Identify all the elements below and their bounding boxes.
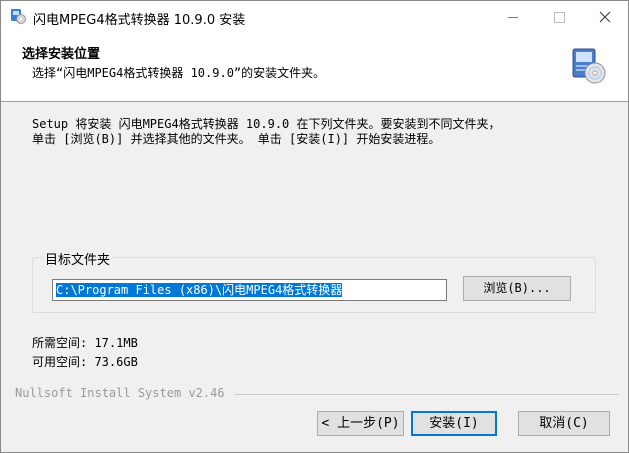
- installer-window: 闪电MPEG4格式转换器 10.9.0 安装 选择安装位置 选择“闪电MPEG4…: [0, 0, 629, 453]
- space-required: 所需空间: 17.1MB: [32, 336, 138, 350]
- destination-folder-label: 目标文件夹: [43, 249, 113, 268]
- close-icon[interactable]: [582, 1, 628, 33]
- browse-button[interactable]: 浏览(B)...: [463, 276, 571, 301]
- install-path-input[interactable]: C:\Program Files (x86)\闪电MPEG4格式转换器: [52, 279, 447, 301]
- description-line-2: 单击 [浏览(B)] 并选择其他的文件夹。 单击 [安装(I)] 开始安装进程。: [32, 132, 441, 146]
- installer-app-icon: [10, 8, 26, 24]
- cancel-button[interactable]: 取消(C): [518, 411, 610, 436]
- description-line-1: Setup 将安装 闪电MPEG4格式转换器 10.9.0 在下列文件夹。要安装…: [32, 117, 501, 131]
- install-button[interactable]: 安装(I): [411, 411, 497, 436]
- page-subtitle: 选择“闪电MPEG4格式转换器 10.9.0”的安装文件夹。: [32, 66, 326, 80]
- title-bar[interactable]: 闪电MPEG4格式转换器 10.9.0 安装: [1, 1, 628, 33]
- install-path-value: C:\Program Files (x86)\闪电MPEG4格式转换器: [56, 283, 343, 297]
- back-button[interactable]: < 上一步(P): [317, 411, 404, 436]
- maximize-icon[interactable]: [536, 1, 582, 33]
- space-available: 可用空间: 73.6GB: [32, 355, 138, 369]
- install-description: Setup 将安装 闪电MPEG4格式转换器 10.9.0 在下列文件夹。要安装…: [32, 117, 501, 147]
- install-cd-computer-icon: [567, 45, 607, 85]
- branding-divider: [235, 394, 619, 395]
- window-title: 闪电MPEG4格式转换器 10.9.0 安装: [33, 13, 246, 28]
- nsis-branding: Nullsoft Install System v2.46: [15, 386, 225, 400]
- page-header: 选择安装位置 选择“闪电MPEG4格式转换器 10.9.0”的安装文件夹。: [1, 33, 628, 102]
- page-title: 选择安装位置: [22, 47, 101, 62]
- minimize-icon[interactable]: [490, 1, 536, 33]
